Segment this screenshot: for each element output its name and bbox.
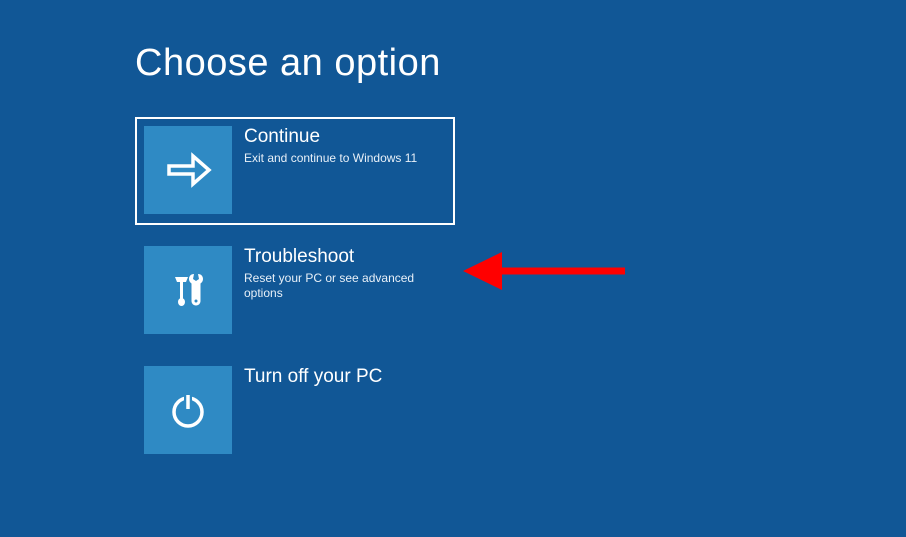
tools-icon — [144, 246, 232, 334]
page-title: Choose an option — [135, 42, 906, 85]
option-turnoff-title: Turn off your PC — [244, 366, 382, 389]
option-turnoff[interactable]: Turn off your PC — [135, 357, 455, 465]
option-continue[interactable]: Continue Exit and continue to Windows 11 — [135, 117, 455, 225]
option-troubleshoot-desc: Reset your PC or see advanced options — [244, 271, 446, 302]
option-text: Turn off your PC — [232, 366, 382, 391]
option-continue-desc: Exit and continue to Windows 11 — [244, 151, 417, 167]
arrow-right-icon — [144, 126, 232, 214]
option-troubleshoot[interactable]: Troubleshoot Reset your PC or see advanc… — [135, 237, 455, 345]
header: Choose an option — [0, 0, 906, 85]
option-troubleshoot-title: Troubleshoot — [244, 246, 446, 269]
option-text: Continue Exit and continue to Windows 11 — [232, 126, 417, 166]
option-continue-title: Continue — [244, 126, 417, 149]
option-text: Troubleshoot Reset your PC or see advanc… — [232, 246, 446, 302]
power-icon — [144, 366, 232, 454]
options-list: Continue Exit and continue to Windows 11… — [0, 85, 906, 465]
